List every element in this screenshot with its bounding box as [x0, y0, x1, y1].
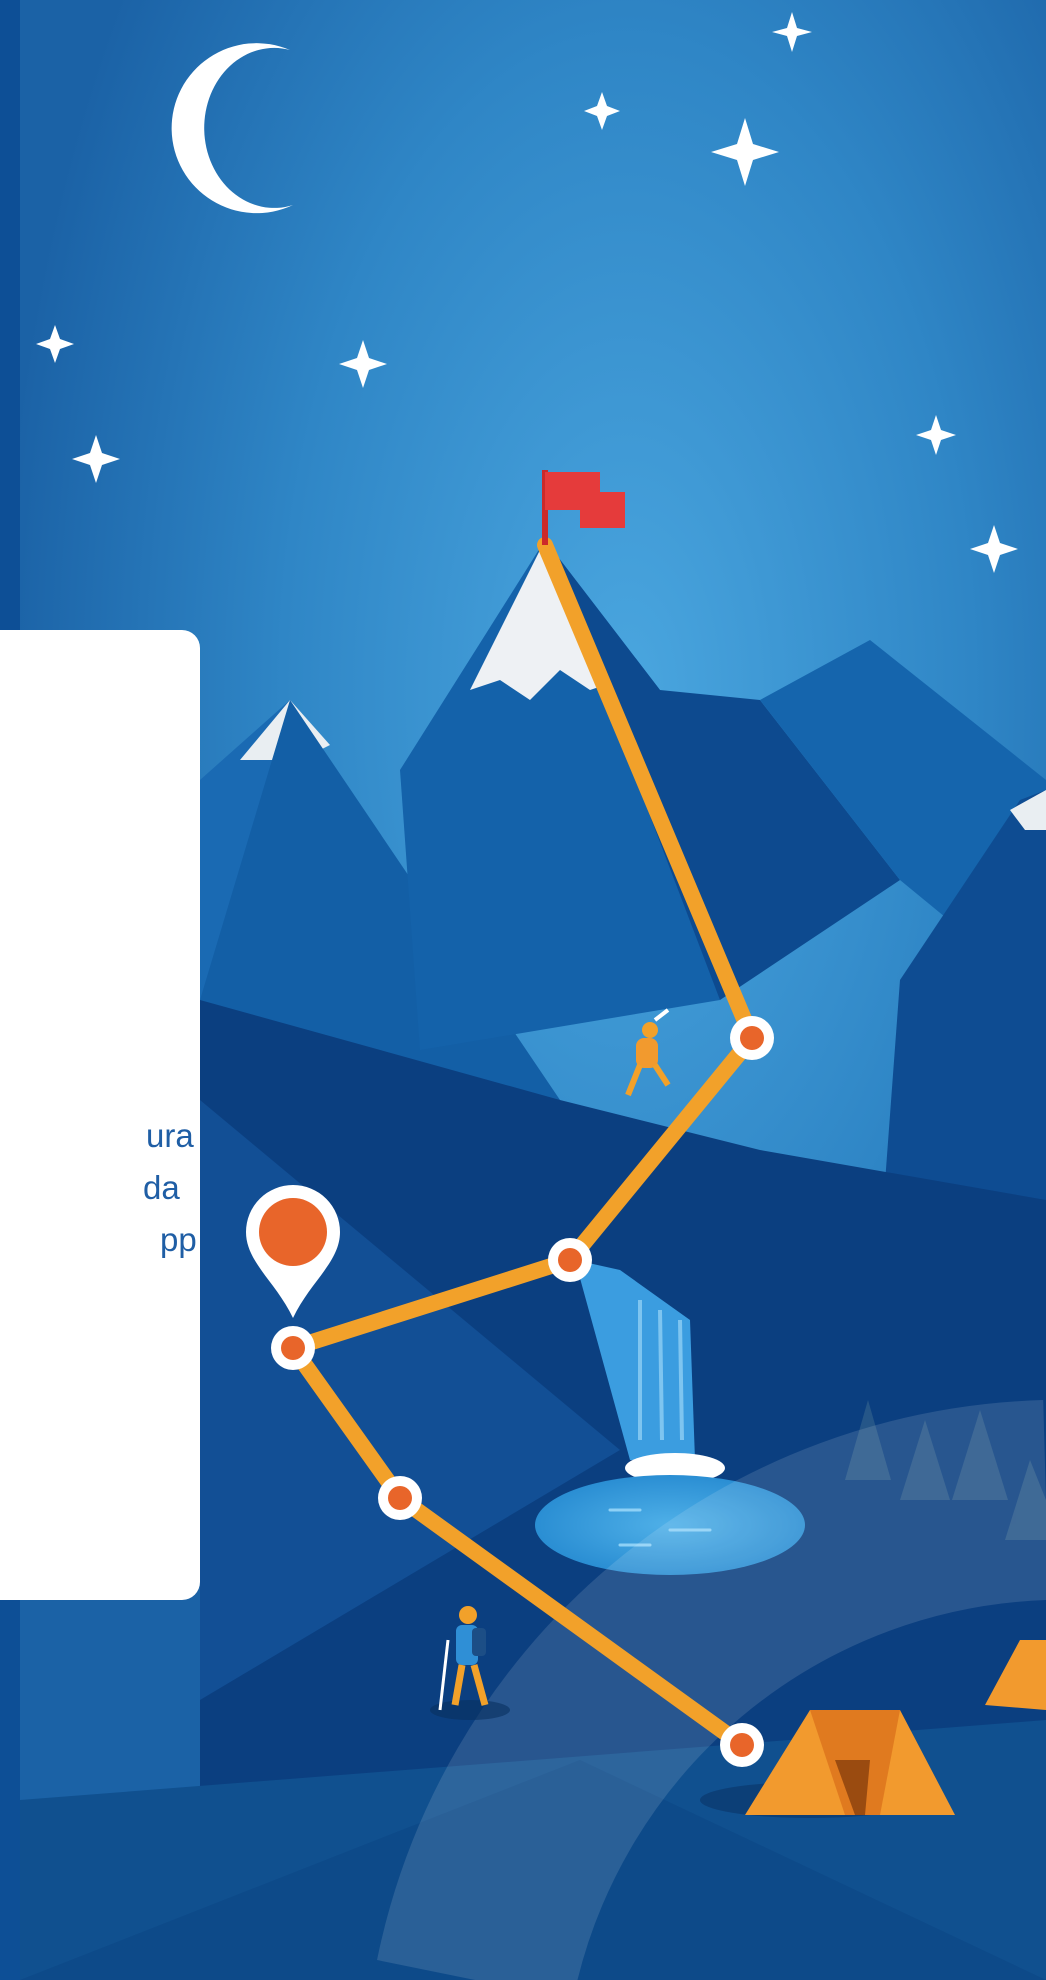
info-card: ura da pp e [0, 630, 200, 1600]
card-description: ura da pp e [0, 1110, 200, 1266]
card-text-line: ura [146, 1117, 194, 1154]
card-text-line: da [143, 1169, 180, 1206]
card-text-line: pp e [160, 1221, 200, 1258]
